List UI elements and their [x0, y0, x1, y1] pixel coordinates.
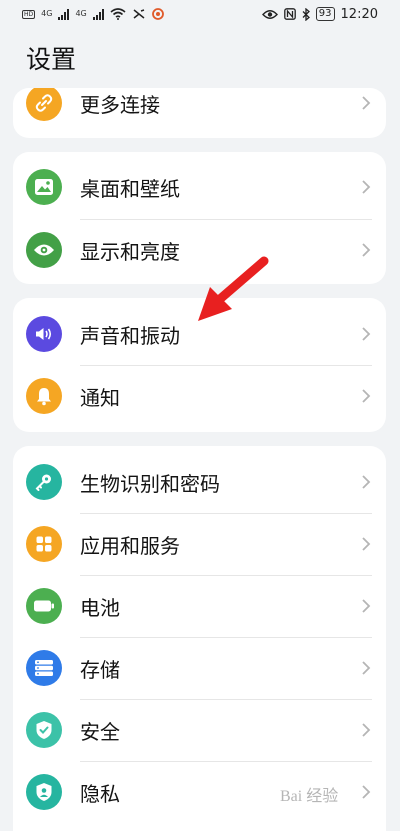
- settings-group-system: 生物识别和密码 应用和服务 电池 存储 安全 隐私: [13, 446, 386, 831]
- settings-item-label: 通知: [80, 385, 120, 410]
- hd-icon: HD: [22, 9, 36, 19]
- status-bar-left: HD 4G 4G: [22, 8, 164, 20]
- settings-item-display-brightness[interactable]: 显示和亮度: [13, 219, 386, 281]
- chevron-right-icon: [362, 785, 371, 799]
- app-notification-icon: [151, 8, 164, 20]
- chevron-right-icon: [362, 599, 371, 613]
- chevron-right-icon: [362, 96, 371, 110]
- settings-item-storage[interactable]: 存储: [13, 637, 386, 699]
- bluetooth-icon: [302, 7, 310, 21]
- settings-group-connections: 更多连接: [13, 88, 386, 138]
- settings-item-security[interactable]: 安全: [13, 699, 386, 761]
- settings-item-wallpaper[interactable]: 桌面和壁纸: [13, 156, 386, 218]
- settings-item-label: 存储: [80, 657, 120, 682]
- clock: 12:20: [340, 6, 378, 22]
- chevron-right-icon: [362, 537, 371, 551]
- settings-group-display: 桌面和壁纸 显示和亮度: [13, 152, 386, 284]
- shield-icon: [26, 712, 62, 748]
- eye-icon: [261, 9, 278, 19]
- settings-item-battery[interactable]: 电池: [13, 575, 386, 637]
- settings-item-more-connections[interactable]: 更多连接: [13, 88, 386, 134]
- speaker-icon: [26, 316, 62, 352]
- chevron-right-icon: [362, 180, 371, 194]
- settings-item-sound-vibration[interactable]: 声音和振动: [13, 303, 386, 365]
- signal-icon: [58, 8, 70, 20]
- chevron-right-icon: [362, 327, 371, 341]
- network-label-1: 4G: [41, 9, 53, 18]
- apps-icon: [26, 526, 62, 562]
- settings-item-label: 隐私: [80, 781, 120, 806]
- battery-icon: [26, 588, 62, 624]
- chevron-right-icon: [362, 661, 371, 675]
- settings-item-label: 桌面和壁纸: [80, 176, 180, 201]
- chevron-right-icon: [362, 243, 371, 257]
- nfc-icon: [283, 8, 296, 20]
- settings-item-label: 声音和振动: [80, 323, 180, 348]
- settings-item-notifications[interactable]: 通知: [13, 365, 386, 427]
- status-bar-right: 93 12:20: [261, 6, 378, 22]
- storage-icon: [26, 650, 62, 686]
- bell-icon: [26, 378, 62, 414]
- settings-item-label: 电池: [80, 595, 120, 620]
- page-title: 设置: [26, 45, 77, 74]
- key-icon: [26, 464, 62, 500]
- watermark: Bai 经验: [280, 788, 339, 805]
- data-icon: [133, 9, 145, 19]
- settings-item-biometrics-password[interactable]: 生物识别和密码: [13, 451, 386, 513]
- privacy-icon: [26, 774, 62, 810]
- wifi-icon: [110, 8, 126, 20]
- eye-icon: [26, 232, 62, 268]
- chevron-right-icon: [362, 389, 371, 403]
- settings-item-apps-services[interactable]: 应用和服务: [13, 513, 386, 575]
- link-icon: [26, 88, 62, 121]
- settings-item-label: 生物识别和密码: [80, 471, 220, 496]
- wallpaper-icon: [26, 169, 62, 205]
- signal-icon: [92, 8, 104, 20]
- settings-item-label: 应用和服务: [80, 533, 180, 558]
- chevron-right-icon: [362, 475, 371, 489]
- settings-item-label: 安全: [80, 719, 120, 744]
- settings-group-sound: 声音和振动 通知: [13, 298, 386, 432]
- network-label-2: 4G: [75, 9, 87, 18]
- battery-icon: 93: [315, 7, 335, 21]
- settings-item-label: 显示和亮度: [80, 239, 180, 264]
- status-bar: HD 4G 4G 93 12:20: [0, 0, 400, 28]
- chevron-right-icon: [362, 723, 371, 737]
- settings-item-label: 更多连接: [80, 92, 160, 117]
